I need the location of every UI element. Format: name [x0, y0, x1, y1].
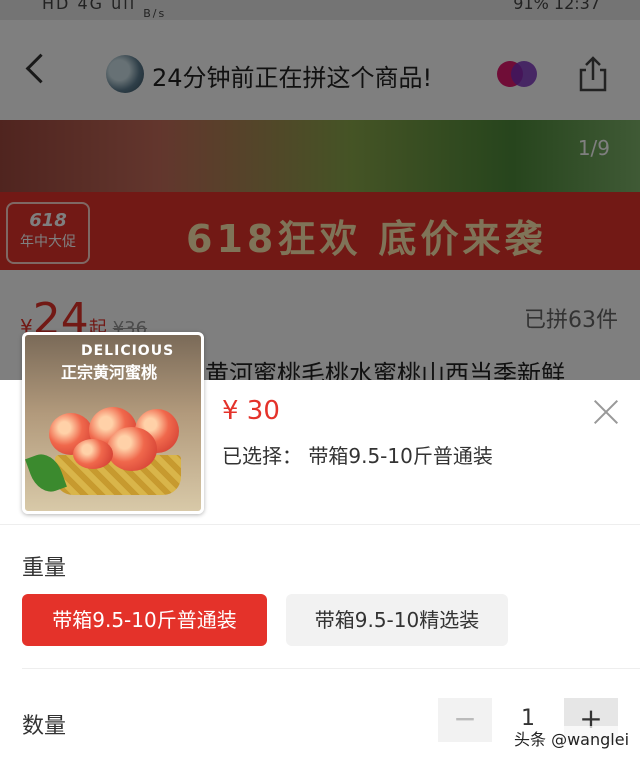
selected-price: ¥ 30 [222, 396, 280, 426]
sku-selector-sheet: DELICIOUS 正宗黄河蜜桃 ¥ 30 已选择： 带箱9.5-10斤普通装 … [0, 332, 640, 757]
quantity-decrease-button[interactable]: − [438, 698, 492, 742]
close-icon[interactable] [592, 398, 620, 426]
option-premium-pack[interactable]: 带箱9.5-10精选装 [286, 594, 508, 646]
weight-label: 重量 [22, 556, 67, 581]
modal-overlay[interactable] [0, 0, 640, 380]
divider [0, 524, 640, 525]
product-thumbnail: DELICIOUS 正宗黄河蜜桃 [22, 332, 204, 514]
option-standard-pack[interactable]: 带箱9.5-10斤普通装 [22, 594, 267, 646]
selected-sku: 已选择： 带箱9.5-10斤普通装 [222, 444, 493, 468]
divider [22, 668, 640, 669]
watermark: 头条 @wanglei [514, 726, 630, 750]
quantity-label: 数量 [22, 714, 67, 739]
